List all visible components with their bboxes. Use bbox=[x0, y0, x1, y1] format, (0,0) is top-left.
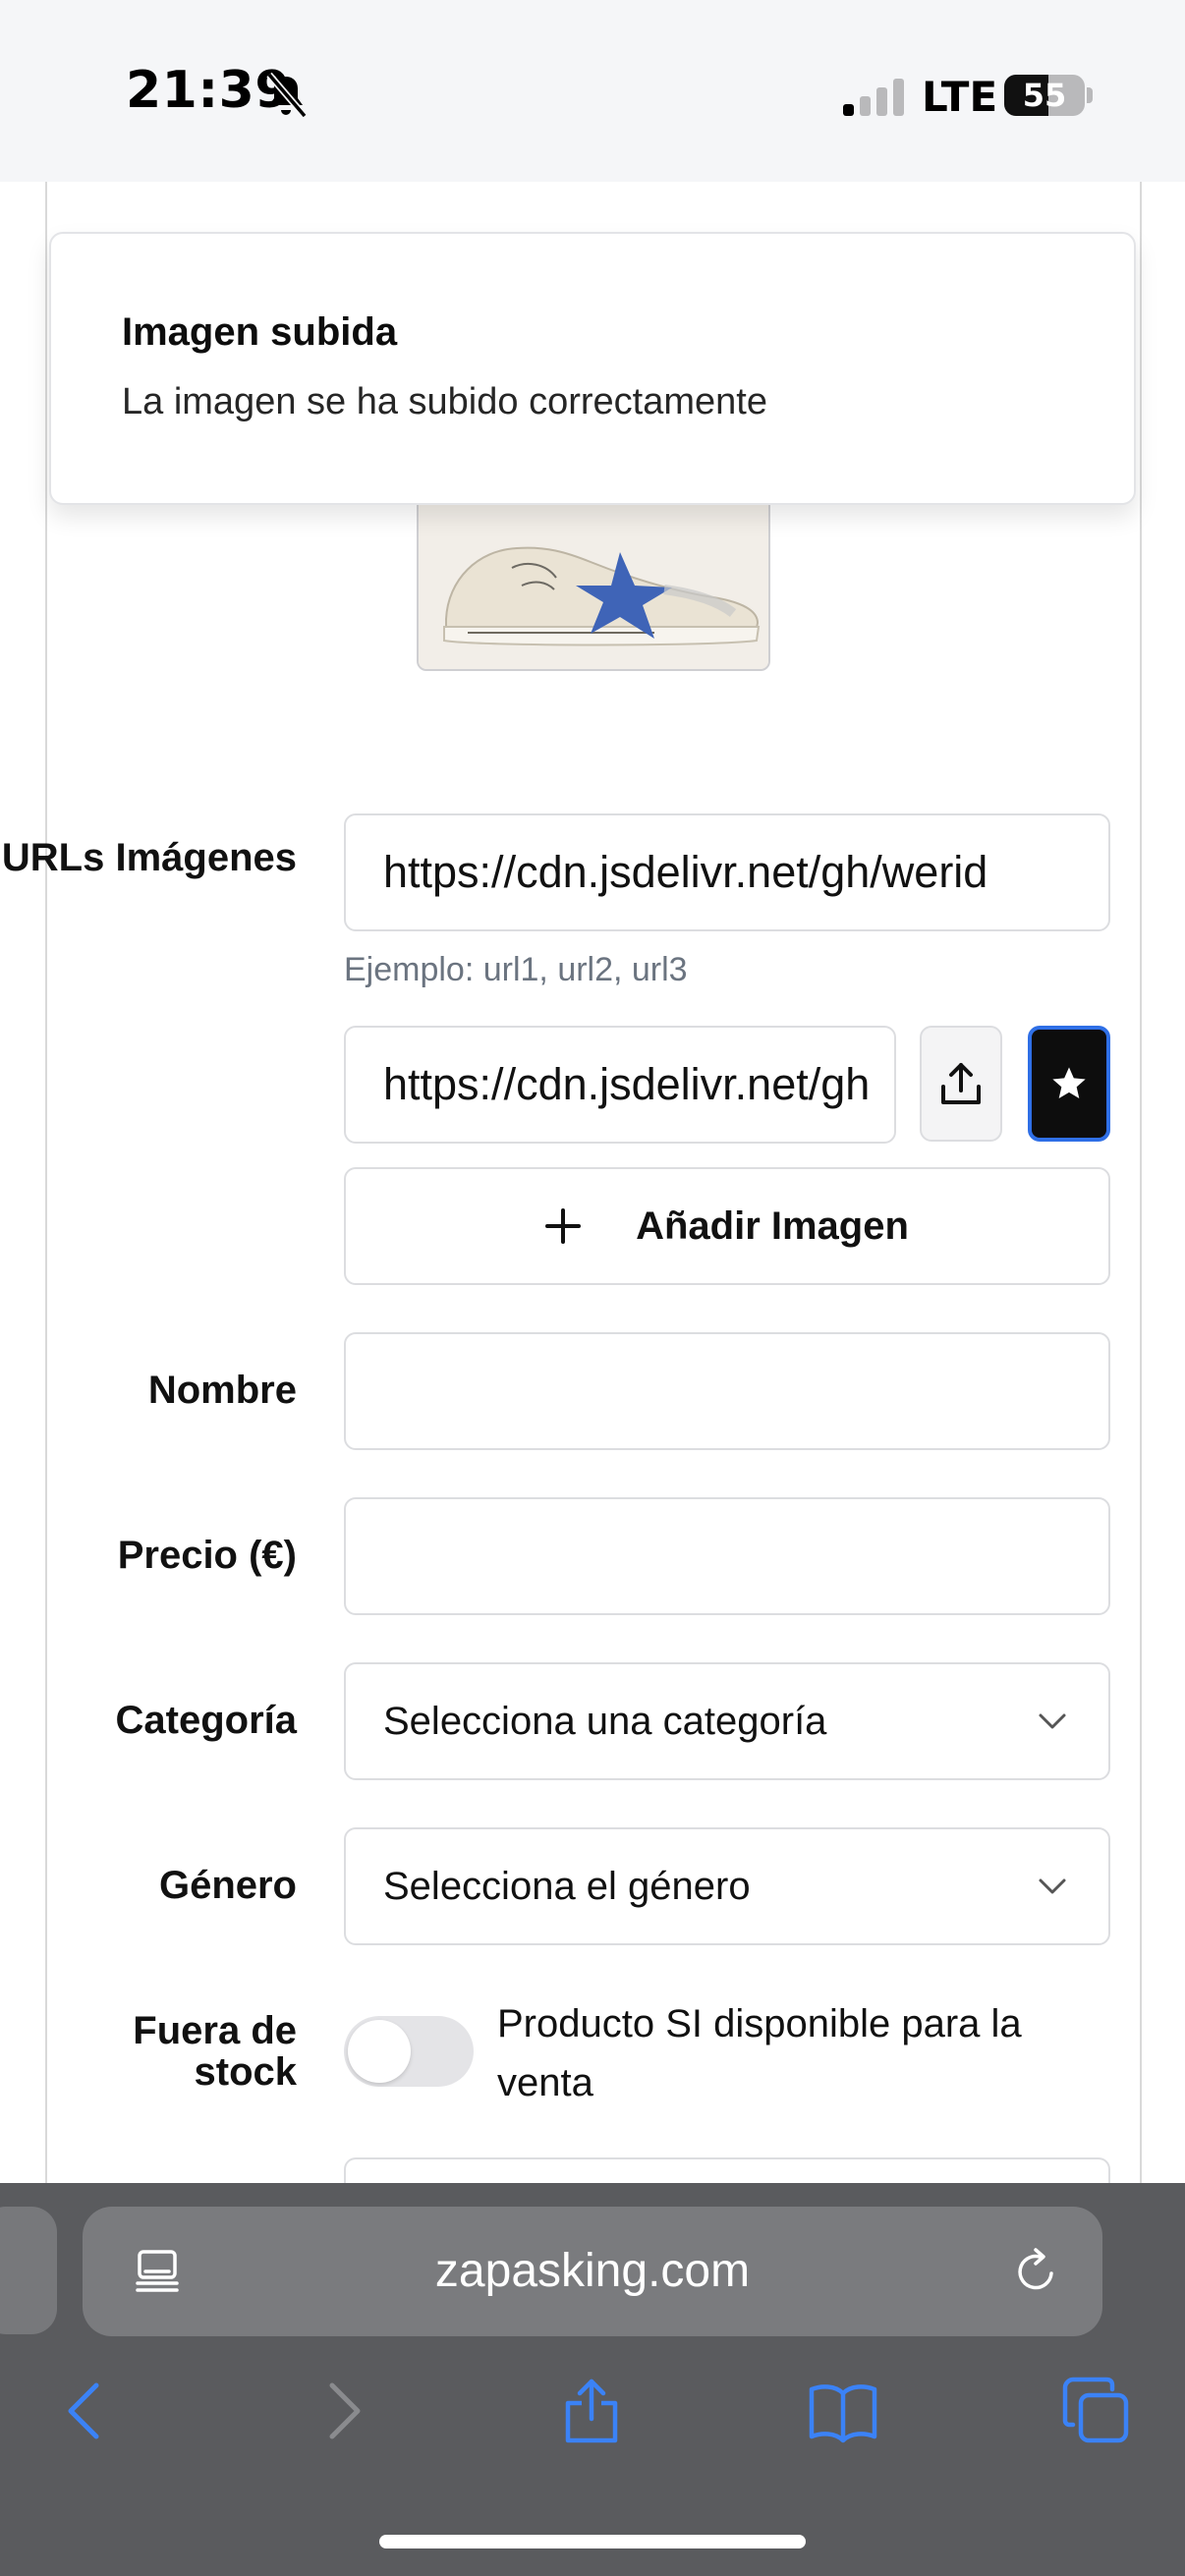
gender-label: Género bbox=[158, 1864, 297, 1907]
category-select[interactable]: Selecciona una categoría bbox=[344, 1662, 1110, 1780]
forward-icon[interactable] bbox=[307, 2376, 377, 2446]
card-border-left bbox=[45, 182, 47, 2183]
cellular-signal-icon bbox=[843, 79, 904, 116]
bookmarks-icon[interactable] bbox=[808, 2376, 878, 2446]
battery-cap bbox=[1087, 87, 1093, 103]
chevron-down-icon bbox=[1039, 1713, 1066, 1729]
category-label: Categoría bbox=[115, 1699, 298, 1742]
status-bar: 21:39 LTE 55 bbox=[0, 0, 1185, 182]
category-selected: Selecciona una categoría bbox=[383, 1699, 827, 1743]
urls-label: URLs Imágenes bbox=[2, 837, 297, 878]
urls-input[interactable]: https://cdn.jsdelivr.net/gh/werid bbox=[344, 813, 1110, 931]
star-icon bbox=[1052, 1067, 1086, 1098]
toast-title: Imagen subida bbox=[122, 310, 398, 354]
chevron-down-icon bbox=[1039, 1878, 1066, 1894]
url-text: zapasking.com bbox=[434, 2245, 751, 2297]
stock-toggle-text: Producto SI disponible para la venta bbox=[497, 2002, 1022, 2104]
share-icon[interactable] bbox=[556, 2376, 627, 2446]
sneaker-image bbox=[419, 491, 768, 669]
reload-icon[interactable] bbox=[1010, 2246, 1061, 2297]
add-image-label: Añadir Imagen bbox=[636, 1204, 909, 1248]
back-icon[interactable] bbox=[51, 2376, 122, 2446]
upload-image-button[interactable] bbox=[920, 1026, 1002, 1142]
product-image[interactable] bbox=[417, 489, 770, 671]
stock-toggle[interactable] bbox=[344, 2016, 474, 2087]
tabs-icon[interactable] bbox=[1061, 2376, 1132, 2446]
network-type: LTE bbox=[922, 73, 998, 121]
toast-description: La imagen se ha subido correctamente bbox=[122, 381, 767, 422]
bell-slash-icon bbox=[266, 72, 308, 119]
home-indicator[interactable] bbox=[379, 2535, 806, 2548]
name-label: Nombre bbox=[147, 1369, 297, 1412]
urls-input-value: https://cdn.jsdelivr.net/gh/werid bbox=[383, 847, 988, 897]
plus-icon bbox=[545, 1208, 582, 1244]
add-image-button[interactable]: Añadir Imagen bbox=[344, 1167, 1110, 1285]
card-border-right bbox=[1140, 182, 1142, 2183]
previous-tab-peek[interactable] bbox=[0, 2207, 57, 2334]
urls-label-text: URLs Imágenes bbox=[1, 836, 297, 879]
stock-toggle-knob bbox=[348, 2020, 411, 2083]
gender-select[interactable]: Selecciona el género bbox=[344, 1827, 1110, 1945]
address-bar[interactable]: zapasking.com bbox=[83, 2207, 1102, 2336]
price-label: Precio (€) bbox=[117, 1534, 297, 1577]
name-input[interactable] bbox=[344, 1332, 1110, 1450]
battery-level: 55 bbox=[1022, 77, 1067, 114]
upload-icon bbox=[941, 1063, 981, 1104]
image-url-value: https://cdn.jsdelivr.net/gh bbox=[383, 1059, 871, 1109]
set-main-image-button[interactable] bbox=[1028, 1026, 1110, 1142]
battery-icon: 55 bbox=[1004, 75, 1085, 116]
stock-label: Fuera de stock bbox=[133, 2009, 297, 2094]
toast-notification[interactable]: Imagen subida La imagen se ha subido cor… bbox=[49, 232, 1136, 505]
price-input[interactable] bbox=[344, 1497, 1110, 1615]
image-url-input[interactable]: https://cdn.jsdelivr.net/gh bbox=[344, 1026, 896, 1144]
gender-selected: Selecciona el género bbox=[383, 1864, 751, 1908]
urls-hint: Ejemplo: url1, url2, url3 bbox=[344, 951, 688, 988]
